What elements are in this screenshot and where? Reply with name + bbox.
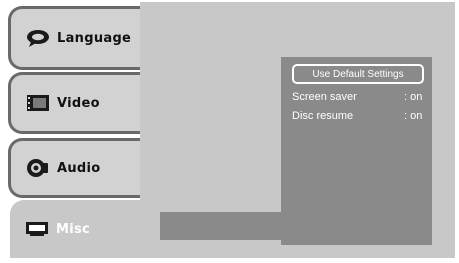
tab-language-label: Language — [57, 30, 132, 46]
speaker-icon — [25, 157, 51, 179]
disc-resume-value: : on — [404, 110, 423, 122]
tab-video[interactable]: Video — [8, 72, 140, 134]
speech-bubble-icon — [25, 27, 51, 49]
tab-misc-label: Misc — [56, 221, 91, 237]
tab-language[interactable]: Language — [8, 6, 140, 70]
disc-resume-option[interactable]: Disc resume : on — [292, 110, 430, 126]
misc-options-box — [281, 57, 432, 245]
tab-video-label: Video — [57, 95, 100, 111]
screen-saver-option[interactable]: Screen saver : on — [292, 91, 430, 107]
screen-saver-label: Screen saver — [292, 91, 357, 103]
dvd-setup-menu: Language Video Audio Misc Use Default Se… — [0, 0, 459, 263]
misc-selection-bar — [160, 212, 281, 240]
tab-audio[interactable]: Audio — [8, 138, 140, 198]
tab-audio-label: Audio — [57, 160, 101, 176]
film-icon — [25, 92, 51, 114]
disc-resume-label: Disc resume — [292, 110, 354, 122]
monitor-icon — [24, 218, 50, 240]
screen-saver-value: : on — [404, 91, 423, 103]
use-default-settings-button[interactable]: Use Default Settings — [292, 64, 424, 84]
